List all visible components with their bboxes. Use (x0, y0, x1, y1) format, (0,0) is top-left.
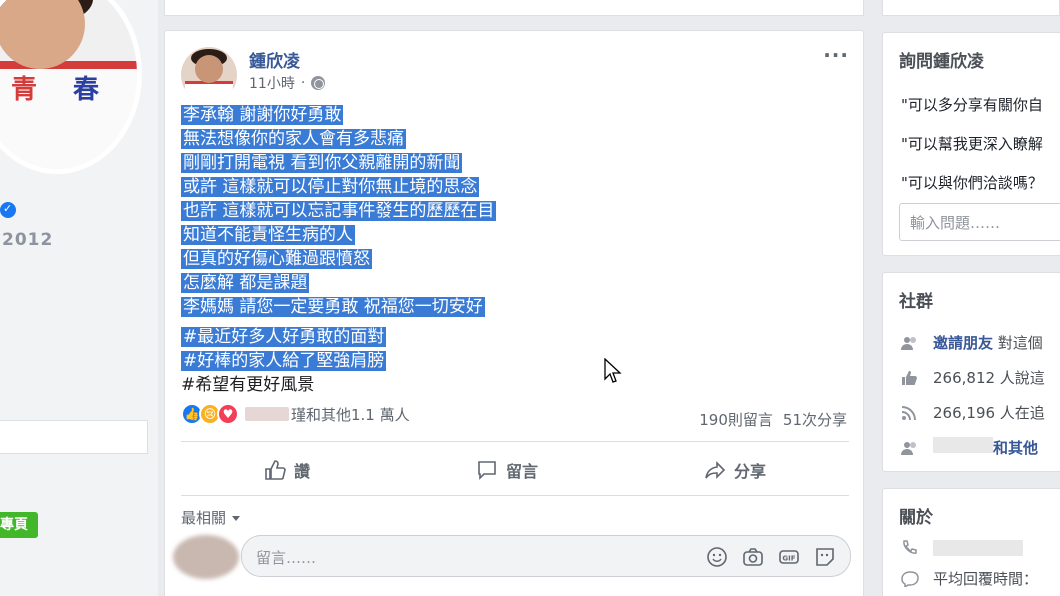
question-input[interactable]: 輸入問題…… (899, 203, 1060, 241)
left-nav-field[interactable] (0, 420, 148, 454)
phone-row (883, 540, 1060, 556)
follows-count: 266,196 人在追 (933, 404, 1045, 422)
post-line: 但真的好傷心難過跟憤怒 (181, 249, 372, 269)
people-icon (901, 336, 916, 350)
top-card-edge (164, 0, 864, 16)
post-stats: 190則留言 51次分享 (699, 409, 847, 430)
post-line: 李承翰 謝謝你好勇敢 (181, 105, 344, 125)
separator-dot: · (300, 75, 306, 91)
verified-badge-icon (0, 202, 16, 218)
likes-count: 266,812 人說這 (933, 369, 1045, 387)
comment-placeholder: 留言…… (256, 549, 317, 567)
about-title: 關於 (899, 508, 933, 528)
comment-label: 留言 (505, 462, 538, 481)
follows-row: 266,196 人在追 (883, 402, 1060, 423)
reaction-count: 瑾和其他1.1 萬人 (291, 405, 410, 424)
ask-card: 詢問鍾欣凌 "可以多分享有關你自 "可以幫我更深入瞭解 "可以與你們洽談嗎？ 輸… (882, 32, 1060, 256)
sort-label: 最相關 (181, 509, 227, 527)
svg-text:GIF: GIF (782, 555, 795, 563)
shares-count[interactable]: 51次分享 (783, 409, 847, 430)
hashtag-link[interactable]: #好棒的家人給了堅強肩膀 (181, 351, 387, 371)
comment-sort-dropdown[interactable]: 最相關 (181, 507, 241, 528)
gif-icon[interactable]: GIF (778, 546, 800, 568)
profile-column: 青 春 2012 專頁 (0, 0, 158, 596)
thumbs-up-icon (902, 370, 917, 385)
globe-icon[interactable] (311, 76, 326, 90)
people-icon (901, 441, 916, 455)
phone-icon (903, 540, 917, 554)
suggested-question[interactable]: "可以幫我更深入瞭解 (883, 133, 1060, 154)
post-line: 怎麼解 都是課題 (181, 273, 310, 293)
about-card: 關於 平均回覆時間： (882, 488, 1060, 596)
blurred-name (245, 407, 289, 421)
invite-suffix: 對這個 (993, 334, 1043, 352)
more-options-icon[interactable]: ··· (823, 43, 849, 67)
share-icon (705, 461, 726, 479)
page-button[interactable]: 專頁 (0, 512, 38, 538)
suggested-question[interactable]: "可以與你們洽談嗎？ (883, 172, 1060, 193)
author-avatar[interactable] (181, 47, 237, 103)
hashtag-link[interactable]: #希望有更好風景 (181, 375, 314, 395)
like-label: 讚 (293, 462, 310, 481)
blurred-phone (933, 540, 1023, 556)
top-right-card-edge (882, 0, 1060, 16)
like-button[interactable]: 讚 (264, 458, 310, 482)
shirt-text: 春 (73, 75, 100, 105)
post-meta: 11小時 · (249, 73, 326, 93)
friends-link[interactable]: 和其他 (993, 439, 1038, 457)
likes-row: 266,812 人說這 (883, 367, 1060, 388)
post-line: 知道不能責怪生病的人 (181, 225, 355, 245)
community-title: 社群 (899, 292, 933, 312)
invite-row: 邀請朋友 對這個 (883, 332, 1060, 353)
blurred-friend-names (933, 437, 993, 453)
post-time[interactable]: 11小時 (249, 73, 295, 93)
post-line: 剛剛打開電視 看到你父親離開的新聞 (181, 153, 463, 173)
messenger-icon (901, 570, 919, 587)
camera-icon[interactable] (742, 546, 764, 568)
comments-count[interactable]: 190則留言 (699, 409, 773, 430)
profile-year: 2012 (2, 230, 54, 250)
reaction-summary[interactable]: 👍 😢 ♥ 瑾和其他1.1 萬人 (181, 403, 410, 425)
hashtag-link[interactable]: #最近好多人好勇敢的面對 (181, 327, 387, 347)
messenger-row: 平均回覆時間： (883, 568, 1060, 589)
rss-icon (901, 405, 916, 420)
community-card: 社群 邀請朋友 對這個 266,812 人說這 266,196 人在追 和其他 (882, 272, 1060, 472)
suggested-question[interactable]: "可以多分享有關你自 (883, 94, 1060, 115)
sticker-icon[interactable] (814, 546, 836, 568)
share-button[interactable]: 分享 (704, 458, 766, 482)
thumbs-up-icon (265, 460, 286, 480)
ask-title: 詢問鍾欣凌 (899, 52, 984, 72)
love-reaction-icon: ♥ (217, 403, 239, 425)
post-card: 鍾欣凌 11小時 · ··· 李承翰 謝謝你好勇敢 無法想像你的家人會有多悲痛 … (164, 30, 864, 596)
post-line: 或許 這樣就可以停止對你無止境的思念 (181, 177, 480, 197)
comment-button[interactable]: 留言 (476, 458, 538, 482)
post-body: 李承翰 謝謝你好勇敢 無法想像你的家人會有多悲痛 剛剛打開電視 看到你父親離開的… (181, 103, 497, 397)
comment-input[interactable]: 留言…… GIF (241, 535, 851, 577)
shirt-text: 青 (11, 75, 38, 105)
invite-friends-link[interactable]: 邀請朋友 (933, 334, 993, 352)
friends-row: 和其他 (883, 437, 1060, 458)
post-line: 也許 這樣就可以忘記事件發生的歷歷在目 (181, 201, 497, 221)
share-label: 分享 (733, 462, 766, 481)
post-author[interactable]: 鍾欣凌 (249, 47, 300, 72)
emoji-icon[interactable] (706, 546, 728, 568)
response-time-label: 平均回覆時間： (933, 570, 1039, 588)
caret-down-icon (232, 516, 241, 521)
commenter-avatar (173, 535, 239, 579)
profile-avatar[interactable]: 青 春 (0, 0, 142, 174)
post-line: 無法想像你的家人會有多悲痛 (181, 129, 406, 149)
post-line: 李媽媽 請您一定要勇敢 祝福您一切安好 (181, 297, 485, 317)
divider (181, 441, 849, 442)
post-actions: 讚 留言 分享 (181, 451, 849, 489)
comment-icon (478, 461, 496, 480)
divider (181, 495, 849, 496)
